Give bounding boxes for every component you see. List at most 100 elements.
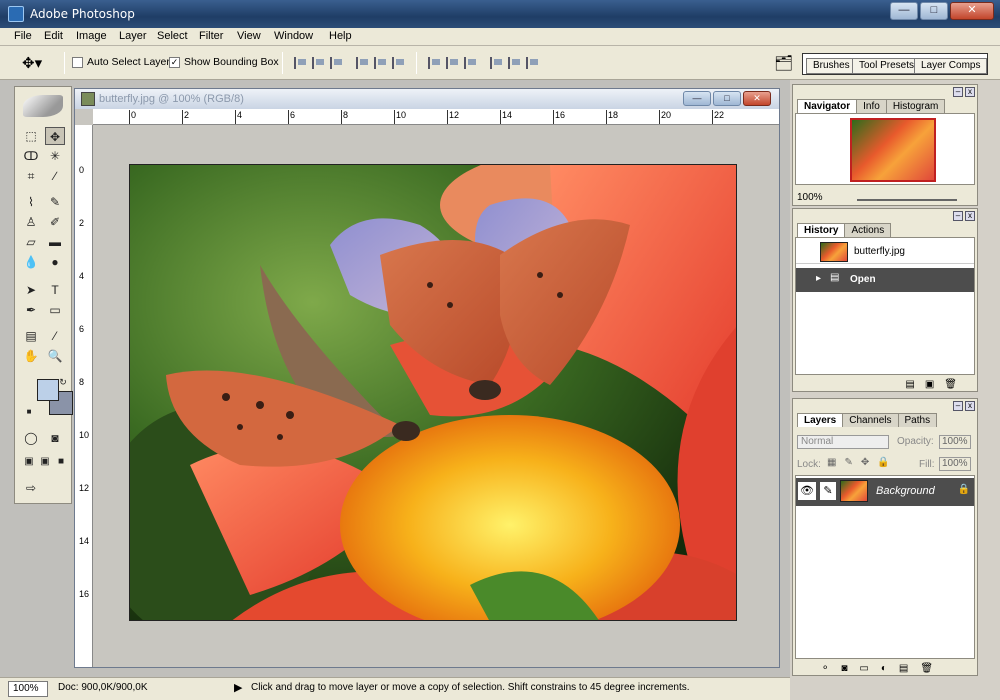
navigator-zoom-slider[interactable] bbox=[857, 191, 957, 201]
menu-layer[interactable]: Layer bbox=[119, 30, 147, 42]
minimize-button[interactable]: — bbox=[890, 2, 918, 20]
maximize-button[interactable]: □ bbox=[920, 2, 948, 20]
menu-select[interactable]: Select bbox=[157, 30, 188, 42]
document-title-bar[interactable]: butterfly.jpg @ 100% (RGB/8) — □ ✕ bbox=[75, 89, 779, 109]
align-hcenter-icon[interactable] bbox=[374, 57, 388, 69]
align-right-icon[interactable] bbox=[392, 57, 406, 69]
standard-mode-icon[interactable]: ◯ bbox=[21, 429, 41, 447]
tab-paths[interactable]: Paths bbox=[897, 413, 938, 427]
jump-to-imageready-icon[interactable]: ⇨ bbox=[21, 479, 41, 497]
default-colors-icon[interactable]: ■ bbox=[19, 403, 39, 421]
distribute-top-icon[interactable] bbox=[428, 57, 442, 69]
opacity-field[interactable]: 100% bbox=[939, 435, 971, 449]
show-bounding-checkbox[interactable]: ✓ Show Bounding Box bbox=[169, 56, 279, 68]
history-snapshot[interactable]: butterfly.jpg bbox=[796, 240, 974, 264]
notes-tool-icon[interactable]: ▤ bbox=[21, 327, 41, 345]
shape-tool-icon[interactable]: ▭ bbox=[45, 301, 65, 319]
panel-minimize-icon[interactable]: – bbox=[953, 211, 963, 221]
lock-icons[interactable]: ▦✎✥🔒 bbox=[827, 457, 898, 468]
marquee-tool-icon[interactable]: ⬚ bbox=[21, 127, 41, 145]
eyedropper-tool-icon[interactable]: ⁄ bbox=[45, 327, 65, 345]
menu-filter[interactable]: Filter bbox=[199, 30, 223, 42]
tab-channels[interactable]: Channels bbox=[842, 413, 899, 427]
tab-info[interactable]: Info bbox=[856, 99, 887, 113]
doc-close-button[interactable]: ✕ bbox=[743, 91, 771, 106]
close-button[interactable]: ✕ bbox=[950, 2, 994, 20]
navigator-thumbnail[interactable] bbox=[850, 118, 936, 182]
menu-file[interactable]: File bbox=[14, 30, 32, 42]
menu-image[interactable]: Image bbox=[76, 30, 107, 42]
menu-edit[interactable]: Edit bbox=[44, 30, 63, 42]
align-left-icon[interactable] bbox=[356, 57, 370, 69]
tab-layers[interactable]: Layers bbox=[797, 413, 844, 427]
move-tool-preset-icon[interactable]: ✥▾ bbox=[22, 54, 42, 72]
brush-tool-icon[interactable]: ✎ bbox=[45, 193, 65, 211]
distribute-vcenter-icon[interactable] bbox=[446, 57, 460, 69]
status-menu-arrow-icon[interactable]: ▶ bbox=[234, 681, 242, 694]
path-selection-tool-icon[interactable]: ➤ bbox=[21, 281, 41, 299]
healing-brush-tool-icon[interactable]: ⌇ bbox=[21, 193, 41, 211]
feather-logo-icon[interactable] bbox=[23, 95, 63, 117]
magic-wand-tool-icon[interactable]: ✳ bbox=[45, 147, 65, 165]
panel-minimize-icon[interactable]: – bbox=[953, 401, 963, 411]
doc-minimize-button[interactable]: — bbox=[683, 91, 711, 106]
align-top-icon[interactable] bbox=[294, 57, 308, 69]
screen-mode-full-icon[interactable]: ■ bbox=[51, 453, 71, 471]
panel-close-icon[interactable]: x bbox=[965, 87, 975, 97]
well-tab-brushes[interactable]: Brushes bbox=[806, 58, 857, 74]
navigator-zoom[interactable]: 100% bbox=[797, 192, 823, 203]
horizontal-ruler[interactable]: 0 2 4 6 8 10 12 14 16 18 20 22 bbox=[93, 109, 779, 125]
menu-help[interactable]: Help bbox=[329, 30, 352, 42]
panel-minimize-icon[interactable]: – bbox=[953, 87, 963, 97]
layers-footer-icons[interactable]: ⚬◙▭◐▤🗑 bbox=[821, 663, 945, 674]
panel-close-icon[interactable]: x bbox=[965, 211, 975, 221]
tab-navigator[interactable]: Navigator bbox=[797, 99, 858, 113]
clone-stamp-tool-icon[interactable]: ♙ bbox=[21, 213, 41, 231]
fill-field[interactable]: 100% bbox=[939, 457, 971, 471]
tab-history[interactable]: History bbox=[797, 223, 846, 237]
image-canvas[interactable] bbox=[129, 164, 737, 621]
zoom-level-field[interactable]: 100% bbox=[8, 681, 48, 697]
panel-close-icon[interactable]: x bbox=[965, 401, 975, 411]
lasso-tool-icon[interactable]: ↀ bbox=[21, 147, 41, 165]
blur-tool-icon[interactable]: 💧 bbox=[21, 253, 41, 271]
zoom-tool-icon[interactable]: 🔍 bbox=[45, 347, 65, 365]
palette-well-icon[interactable]: 🗂 bbox=[774, 54, 793, 72]
distribute-hcenter-icon[interactable] bbox=[508, 57, 522, 69]
well-tab-tool-presets[interactable]: Tool Presets bbox=[852, 58, 922, 74]
type-tool-icon[interactable]: T bbox=[45, 281, 65, 299]
history-brush-tool-icon[interactable]: ✐ bbox=[45, 213, 65, 231]
doc-size-info[interactable]: Doc: 900,0K/900,0K bbox=[58, 682, 148, 693]
menu-view[interactable]: View bbox=[237, 30, 261, 42]
history-footer-icons[interactable]: ▤▣🗑 bbox=[905, 379, 967, 390]
blend-mode-select[interactable]: Normal bbox=[797, 435, 889, 449]
distribute-bottom-icon[interactable] bbox=[464, 57, 478, 69]
layer-row[interactable]: 👁 ✎ Background 🔒 bbox=[796, 478, 974, 506]
auto-select-box[interactable] bbox=[72, 56, 83, 68]
history-state[interactable]: ▸ ▤ Open bbox=[796, 268, 974, 292]
foreground-color-swatch[interactable] bbox=[37, 379, 59, 401]
move-tool-icon[interactable]: ✥ bbox=[45, 127, 65, 145]
distribute-left-icon[interactable] bbox=[490, 57, 504, 69]
hand-tool-icon[interactable]: ✋ bbox=[21, 347, 41, 365]
tab-actions[interactable]: Actions bbox=[844, 223, 892, 237]
crop-tool-icon[interactable]: ⌗ bbox=[21, 167, 41, 185]
dodge-tool-icon[interactable]: ● bbox=[45, 253, 65, 271]
vertical-ruler[interactable]: 0 2 4 6 8 10 12 14 16 bbox=[75, 125, 93, 667]
auto-select-checkbox[interactable]: Auto Select Layer bbox=[72, 56, 170, 68]
show-bounding-box[interactable]: ✓ bbox=[169, 56, 180, 68]
distribute-right-icon[interactable] bbox=[526, 57, 540, 69]
align-vcenter-icon[interactable] bbox=[312, 57, 326, 69]
ruler-label: 2 bbox=[181, 110, 190, 124]
quick-mask-mode-icon[interactable]: ◙ bbox=[45, 429, 65, 447]
menu-window[interactable]: Window bbox=[274, 30, 313, 42]
eraser-tool-icon[interactable]: ▱ bbox=[21, 233, 41, 251]
slice-tool-icon[interactable]: ∕ bbox=[45, 167, 65, 185]
layer-visibility-eye-icon[interactable]: 👁 bbox=[798, 482, 816, 500]
well-tab-layer-comps[interactable]: Layer Comps bbox=[914, 58, 988, 74]
gradient-tool-icon[interactable]: ▬ bbox=[45, 233, 65, 251]
doc-maximize-button[interactable]: □ bbox=[713, 91, 741, 106]
pen-tool-icon[interactable]: ✒ bbox=[21, 301, 41, 319]
tab-histogram[interactable]: Histogram bbox=[885, 99, 946, 113]
align-bottom-icon[interactable] bbox=[330, 57, 344, 69]
